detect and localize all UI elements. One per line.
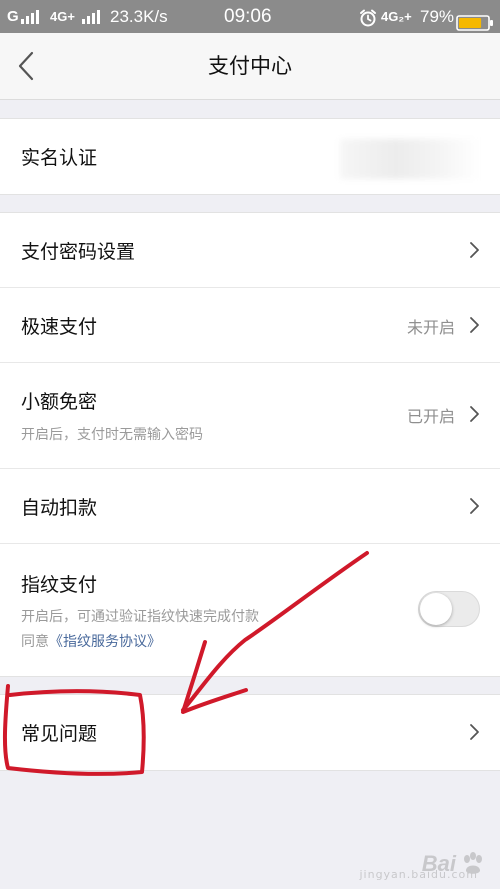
row-title: 自动扣款 [21, 497, 98, 519]
clock: 09:06 [224, 6, 272, 27]
battery-icon [456, 10, 494, 31]
row-fingerprint-pay: 指纹支付 开启后，可通过验证指纹快速完成付款 同意《指纹服务协议》 [0, 544, 500, 676]
fingerprint-agreement-link[interactable]: 《指纹服务协议》 [49, 634, 161, 650]
row-value: 未开启 [406, 318, 455, 337]
row-description: 开启后，可通过验证指纹快速完成付款 [21, 609, 259, 625]
agreement-line: 同意《指纹服务协议》 [21, 631, 161, 651]
battery-percent: 79% [420, 7, 455, 26]
fingerprint-pay-toggle[interactable] [418, 591, 480, 627]
row-description: 开启后，支付时无需输入密码 [21, 427, 203, 443]
blurred-name [340, 139, 480, 179]
settings-group: 常见问题 [0, 694, 500, 771]
settings-group: 支付密码设置 极速支付 未开启 小额免密 开启后，支付时无需输入密码 已开启 自… [0, 212, 500, 677]
settings-group: 实名认证 [0, 118, 500, 195]
signal-icon [82, 10, 100, 24]
chevron-right-icon [470, 317, 479, 333]
chevron-right-icon [470, 242, 479, 258]
signal-icon [21, 10, 39, 24]
toggle-knob [420, 593, 452, 625]
agreement-prefix: 同意 [21, 634, 49, 650]
row-payment-password[interactable]: 支付密码设置 [0, 213, 500, 288]
row-small-amount-password-free[interactable]: 小额免密 开启后，支付时无需输入密码 已开启 [0, 363, 500, 469]
row-faq[interactable]: 常见问题 [0, 695, 500, 770]
watermark: Bai jingyan.baidu.com [359, 851, 486, 881]
status-bar: G 4G+ 23.3K/s 09:06 4G₂+ 79% [0, 0, 500, 33]
row-auto-deduction[interactable]: 自动扣款 [0, 469, 500, 544]
alarm-clock-icon [358, 7, 378, 27]
watermark-sub: jingyan.baidu.com [359, 868, 478, 881]
carrier-label: G [7, 8, 19, 25]
chevron-right-icon [470, 406, 479, 422]
navigation-bar: 支付中心 [0, 33, 500, 100]
row-title: 指纹支付 [21, 574, 98, 596]
row-title: 实名认证 [21, 147, 98, 169]
row-value: 已开启 [406, 407, 455, 426]
page-title: 支付中心 [208, 54, 292, 78]
chevron-right-icon [470, 724, 479, 740]
row-title: 常见问题 [21, 723, 98, 745]
row-title: 极速支付 [21, 316, 98, 338]
row-quick-pay[interactable]: 极速支付 未开启 [0, 288, 500, 363]
row-real-name-verification[interactable]: 实名认证 [0, 119, 500, 194]
chevron-right-icon [470, 498, 479, 514]
network-type-label: 4G+ [50, 9, 75, 24]
row-title: 小额免密 [21, 391, 98, 413]
row-title: 支付密码设置 [21, 241, 136, 263]
network-type-label: 4G₂+ [381, 9, 412, 24]
network-speed: 23.3K/s [110, 7, 168, 26]
